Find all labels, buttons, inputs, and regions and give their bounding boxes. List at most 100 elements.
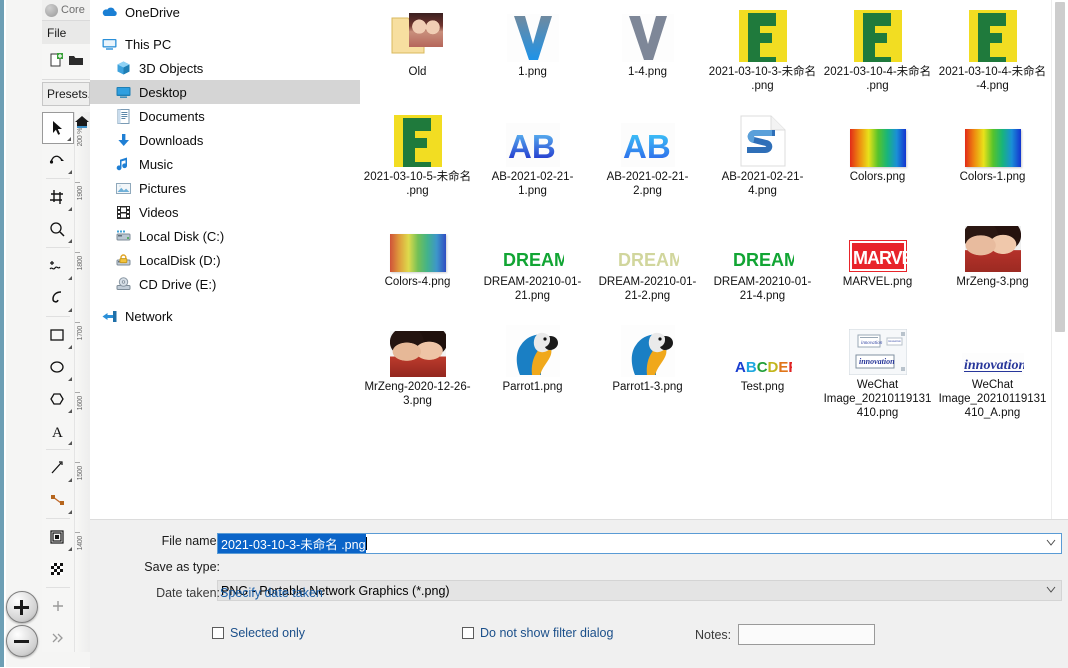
- svg-text:ABCDEF: ABCDEF: [735, 359, 792, 376]
- polygon-tool[interactable]: [42, 383, 74, 415]
- file-item[interactable]: Colors-4.png: [360, 210, 475, 315]
- sidebar-item-localdisk-d[interactable]: LocalDisk (D:): [90, 248, 360, 272]
- checkbox-box[interactable]: [212, 627, 224, 639]
- save-as-type-dropdown[interactable]: PNG - Portable Network Graphics (*.png): [217, 580, 1062, 601]
- toolbox[interactable]: A: [42, 112, 75, 652]
- file-item[interactable]: MrZeng-2020-12-26-3.png: [360, 315, 475, 420]
- file-list-pane[interactable]: Old 1.png 1-4.png 2021-03-10-3-未命名 .png 2021…: [360, 0, 1052, 519]
- sidebar-item-3d-objects[interactable]: 3D Objects: [90, 56, 360, 80]
- music-note-icon: [114, 155, 132, 173]
- file-thumbnail: MARVEL: [844, 212, 912, 272]
- notes-input[interactable]: [738, 624, 876, 645]
- selected-only-checkbox[interactable]: Selected only: [212, 626, 305, 640]
- file-name-input[interactable]: 2021-03-10-3-未命名 .png: [217, 533, 1062, 554]
- file-thumbnail: [614, 2, 682, 62]
- file-item[interactable]: ABCDEF Test.png: [705, 315, 820, 420]
- open-document-icon[interactable]: [68, 52, 84, 71]
- sidebar-item-network[interactable]: Network: [90, 304, 360, 328]
- sidebar-item-documents[interactable]: Documents: [90, 104, 360, 128]
- downloads-arrow-icon: [114, 131, 132, 149]
- file-item[interactable]: MrZeng-3.png: [935, 210, 1050, 315]
- app-menu-bar[interactable]: File: [42, 20, 90, 45]
- file-name-label: WeChat Image_20210119131410_A.png: [938, 379, 1047, 419]
- sidebar-item-onedrive[interactable]: OneDrive: [90, 0, 360, 24]
- file-item[interactable]: Old: [360, 0, 475, 105]
- shape-tool[interactable]: [42, 144, 74, 176]
- file-thumbnail: DREAM: [499, 212, 567, 272]
- artistic-media-tool[interactable]: [42, 282, 74, 314]
- rectangle-tool[interactable]: [42, 319, 74, 351]
- file-item[interactable]: 1-4.png: [590, 0, 705, 105]
- sidebar-item-label: Local Disk (C:): [139, 228, 225, 244]
- checkbox-box[interactable]: [462, 627, 474, 639]
- file-thumbnail: AB: [499, 107, 567, 167]
- crop-tool[interactable]: [42, 181, 74, 213]
- sidebar-item-music[interactable]: Music: [90, 152, 360, 176]
- blend-tool[interactable]: [42, 521, 74, 553]
- file-item[interactable]: MARVEL MARVEL.png: [820, 210, 935, 315]
- file-item[interactable]: innovation innovation innovation WeChat Ima…: [820, 315, 935, 420]
- sidebar-item-label: CD Drive (E:): [139, 276, 217, 292]
- file-name-label: DREAM-20210-01-21.png: [483, 276, 582, 302]
- new-document-icon[interactable]: [48, 52, 64, 71]
- navigation-tree[interactable]: OneDrive This PC 3D Objects Desktop Document…: [90, 0, 360, 519]
- file-item[interactable]: Colors.png: [820, 105, 935, 210]
- file-item[interactable]: DREAM DREAM-20210-01-21-2.png: [590, 210, 705, 315]
- text-tool[interactable]: A: [42, 415, 74, 447]
- file-item[interactable]: 2021-03-10-4-未命名 -4.png: [935, 0, 1050, 105]
- zoom-out-button[interactable]: [6, 625, 38, 657]
- this-pc-monitor-icon: [100, 35, 118, 53]
- file-item[interactable]: AB AB-2021-02-21-2.png: [590, 105, 705, 210]
- file-item[interactable]: 2021-03-10-3-未命名 .png: [705, 0, 820, 105]
- freehand-tool[interactable]: [42, 250, 74, 282]
- presets-dropdown[interactable]: Presets.: [42, 82, 90, 106]
- file-item[interactable]: DREAM DREAM-20210-01-21-4.png: [705, 210, 820, 315]
- file-thumbnail: [384, 212, 452, 272]
- sidebar-item-downloads[interactable]: Downloads: [90, 128, 360, 152]
- file-item[interactable]: innovation WeChat Image_20210119131410_A.…: [935, 315, 1050, 420]
- cd-drive-icon: [114, 275, 132, 293]
- do-not-show-filter-dialog-checkbox[interactable]: Do not show filter dialog: [462, 626, 613, 640]
- scrollbar-thumb[interactable]: [1055, 2, 1065, 332]
- sidebar-item-local-disk-c[interactable]: Local Disk (C:): [90, 224, 360, 248]
- zoom-controls[interactable]: [2, 589, 44, 659]
- file-thumbnail: [384, 107, 452, 167]
- transparency-tool[interactable]: [42, 553, 74, 585]
- home-icon[interactable]: [72, 112, 92, 132]
- chevron-down-icon[interactable]: [1046, 538, 1056, 547]
- zoom-tool[interactable]: [42, 213, 74, 245]
- svg-text:DREAM: DREAM: [618, 250, 679, 270]
- file-item[interactable]: 2021-03-10-4-未命名 .png: [820, 0, 935, 105]
- sidebar-item-this-pc[interactable]: This PC: [90, 32, 360, 56]
- file-item[interactable]: 1.png: [475, 0, 590, 105]
- file-thumbnail: AB: [614, 107, 682, 167]
- add-tool-button[interactable]: [42, 590, 74, 622]
- chevron-down-icon[interactable]: [1046, 585, 1056, 594]
- sidebar-item-label: 3D Objects: [139, 60, 204, 76]
- connector-tool[interactable]: [42, 484, 74, 516]
- file-item[interactable]: Parrot1.png: [475, 315, 590, 420]
- specify-date-taken-link[interactable]: Specify date taken: [220, 586, 323, 600]
- sidebar-item-desktop[interactable]: Desktop: [90, 80, 360, 104]
- pick-tool[interactable]: [42, 112, 74, 144]
- file-name-label: WeChat Image_20210119131410.png: [823, 379, 932, 419]
- file-item[interactable]: 2021-03-10-5-未命名 .png: [360, 105, 475, 210]
- file-item[interactable]: AB AB-2021-02-21-1.png: [475, 105, 590, 210]
- sidebar-item-cd-drive-e[interactable]: CD Drive (E:): [90, 272, 360, 296]
- vertical-scrollbar[interactable]: [1051, 0, 1068, 519]
- file-item[interactable]: DREAM DREAM-20210-01-21.png: [475, 210, 590, 315]
- do-not-show-filter-dialog-label[interactable]: Do not show filter dialog: [480, 626, 613, 640]
- onedrive-cloud-icon: [100, 3, 118, 21]
- menu-file[interactable]: File: [42, 26, 71, 40]
- file-item[interactable]: AB-2021-02-21-4.png: [705, 105, 820, 210]
- app-toolbar[interactable]: [42, 44, 90, 80]
- dimension-tool[interactable]: [42, 452, 74, 484]
- file-item[interactable]: Colors-1.png: [935, 105, 1050, 210]
- zoom-in-button[interactable]: [6, 591, 38, 623]
- ellipse-tool[interactable]: [42, 351, 74, 383]
- more-tools-button[interactable]: [42, 622, 74, 654]
- selected-only-label[interactable]: Selected only: [230, 626, 305, 640]
- sidebar-item-pictures[interactable]: Pictures: [90, 176, 360, 200]
- file-item[interactable]: Parrot1-3.png: [590, 315, 705, 420]
- sidebar-item-videos[interactable]: Videos: [90, 200, 360, 224]
